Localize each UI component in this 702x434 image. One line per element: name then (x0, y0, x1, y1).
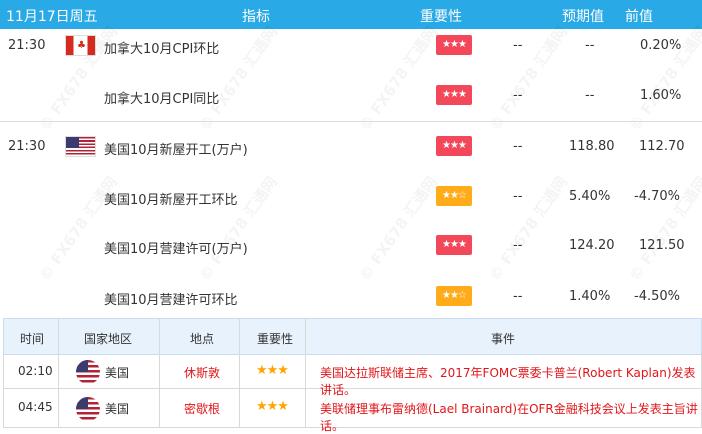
event-time: 02:10 (18, 364, 53, 378)
column-divider (58, 318, 59, 428)
event-region: 美国 (105, 366, 130, 380)
event-row[interactable]: 02:10 美国 休斯敦 ★★★ 美国达拉斯联储主席、2017年FOMC票委卡普… (3, 355, 702, 397)
importance-badge: ★★☆ (436, 286, 472, 306)
event-description[interactable]: 美联储理事布雷纳德(Lael Brainard)在OFR金融科技会议上发表主旨讲… (320, 400, 701, 434)
column-divider (159, 318, 160, 428)
actual-value: -- (513, 139, 523, 154)
indicator-col-header: 指标 (242, 9, 270, 25)
event-location: 休斯敦 (184, 366, 221, 380)
previous-col-header: 前值 (625, 9, 653, 25)
group-divider (0, 121, 702, 122)
watermark: © FX678 汇通网 (484, 22, 572, 135)
previous-value: -4.50% (634, 289, 680, 304)
release-time: 21:30 (8, 139, 46, 154)
column-divider (239, 318, 240, 428)
indicator-name[interactable]: 美国10月新屋开工环比 (104, 189, 238, 208)
previous-value: 0.20% (640, 38, 682, 53)
usa-flag-icon (76, 360, 100, 384)
watermark: © FX678 汇通网 (354, 172, 442, 285)
importance-badge: ★★★ (436, 235, 472, 255)
importance-badge: ★★★ (436, 85, 472, 105)
events-col-location: 地点 (190, 332, 215, 346)
calendar-header: 11月17日周五 指标 重要性 预期值 前值 (0, 0, 702, 29)
forecast-value: -- (585, 38, 595, 53)
event-location: 密歇根 (184, 402, 221, 416)
importance-col-header: 重要性 (420, 9, 462, 25)
previous-value: 121.50 (639, 238, 685, 253)
indicator-name[interactable]: 美国10月营建许可(万户) (104, 238, 248, 257)
events-col-time: 时间 (20, 332, 45, 346)
previous-value: 112.70 (639, 139, 685, 154)
forecast-col-header: 预期值 (562, 9, 604, 25)
events-table: 时间 国家地区 地点 重要性 事件 02:10 美国 休斯敦 ★★★ 美国达拉斯… (3, 318, 702, 433)
previous-value: -4.70% (634, 189, 680, 204)
importance-badge: ★★★ (436, 136, 472, 156)
event-importance-stars: ★★★ (256, 363, 289, 378)
actual-value: -- (513, 238, 523, 253)
events-col-importance: 重要性 (257, 332, 294, 346)
date-label: 11月17日周五 (6, 9, 98, 25)
indicator-name[interactable]: 加拿大10月CPI环比 (104, 38, 219, 57)
actual-value: -- (513, 88, 523, 103)
watermark: © FX678 汇通网 (354, 22, 442, 135)
usa-flag-icon (65, 136, 96, 157)
indicator-name[interactable]: 加拿大10月CPI同比 (104, 88, 219, 107)
column-divider (305, 318, 306, 428)
forecast-value: 118.80 (569, 139, 615, 154)
forecast-value: 1.40% (569, 289, 611, 304)
canada-flag-icon: ♣ (65, 35, 96, 56)
event-region: 美国 (105, 402, 130, 416)
events-col-event: 事件 (491, 332, 516, 346)
event-importance-stars: ★★★ (256, 399, 289, 414)
importance-badge: ★★☆ (436, 186, 472, 206)
events-header: 时间 国家地区 地点 重要性 事件 (3, 318, 702, 355)
release-time: 21:30 (8, 38, 46, 53)
actual-value: -- (513, 289, 523, 304)
watermark: © FX678 汇通网 (484, 172, 572, 285)
actual-value: -- (513, 189, 523, 204)
usa-flag-icon (76, 397, 100, 421)
events-col-region: 国家地区 (84, 332, 133, 346)
forecast-value: 5.40% (569, 189, 611, 204)
forecast-value: 124.20 (569, 238, 615, 253)
previous-value: 1.60% (640, 88, 682, 103)
indicator-name[interactable]: 美国10月新屋开工(万户) (104, 139, 248, 158)
importance-badge: ★★★ (436, 35, 472, 55)
actual-value: -- (513, 38, 523, 53)
event-row[interactable]: 04:45 美国 密歇根 ★★★ 美联储理事布雷纳德(Lael Brainard… (3, 389, 702, 433)
indicator-name[interactable]: 美国10月营建许可环比 (104, 289, 238, 308)
event-time: 04:45 (18, 400, 53, 414)
forecast-value: -- (585, 88, 595, 103)
